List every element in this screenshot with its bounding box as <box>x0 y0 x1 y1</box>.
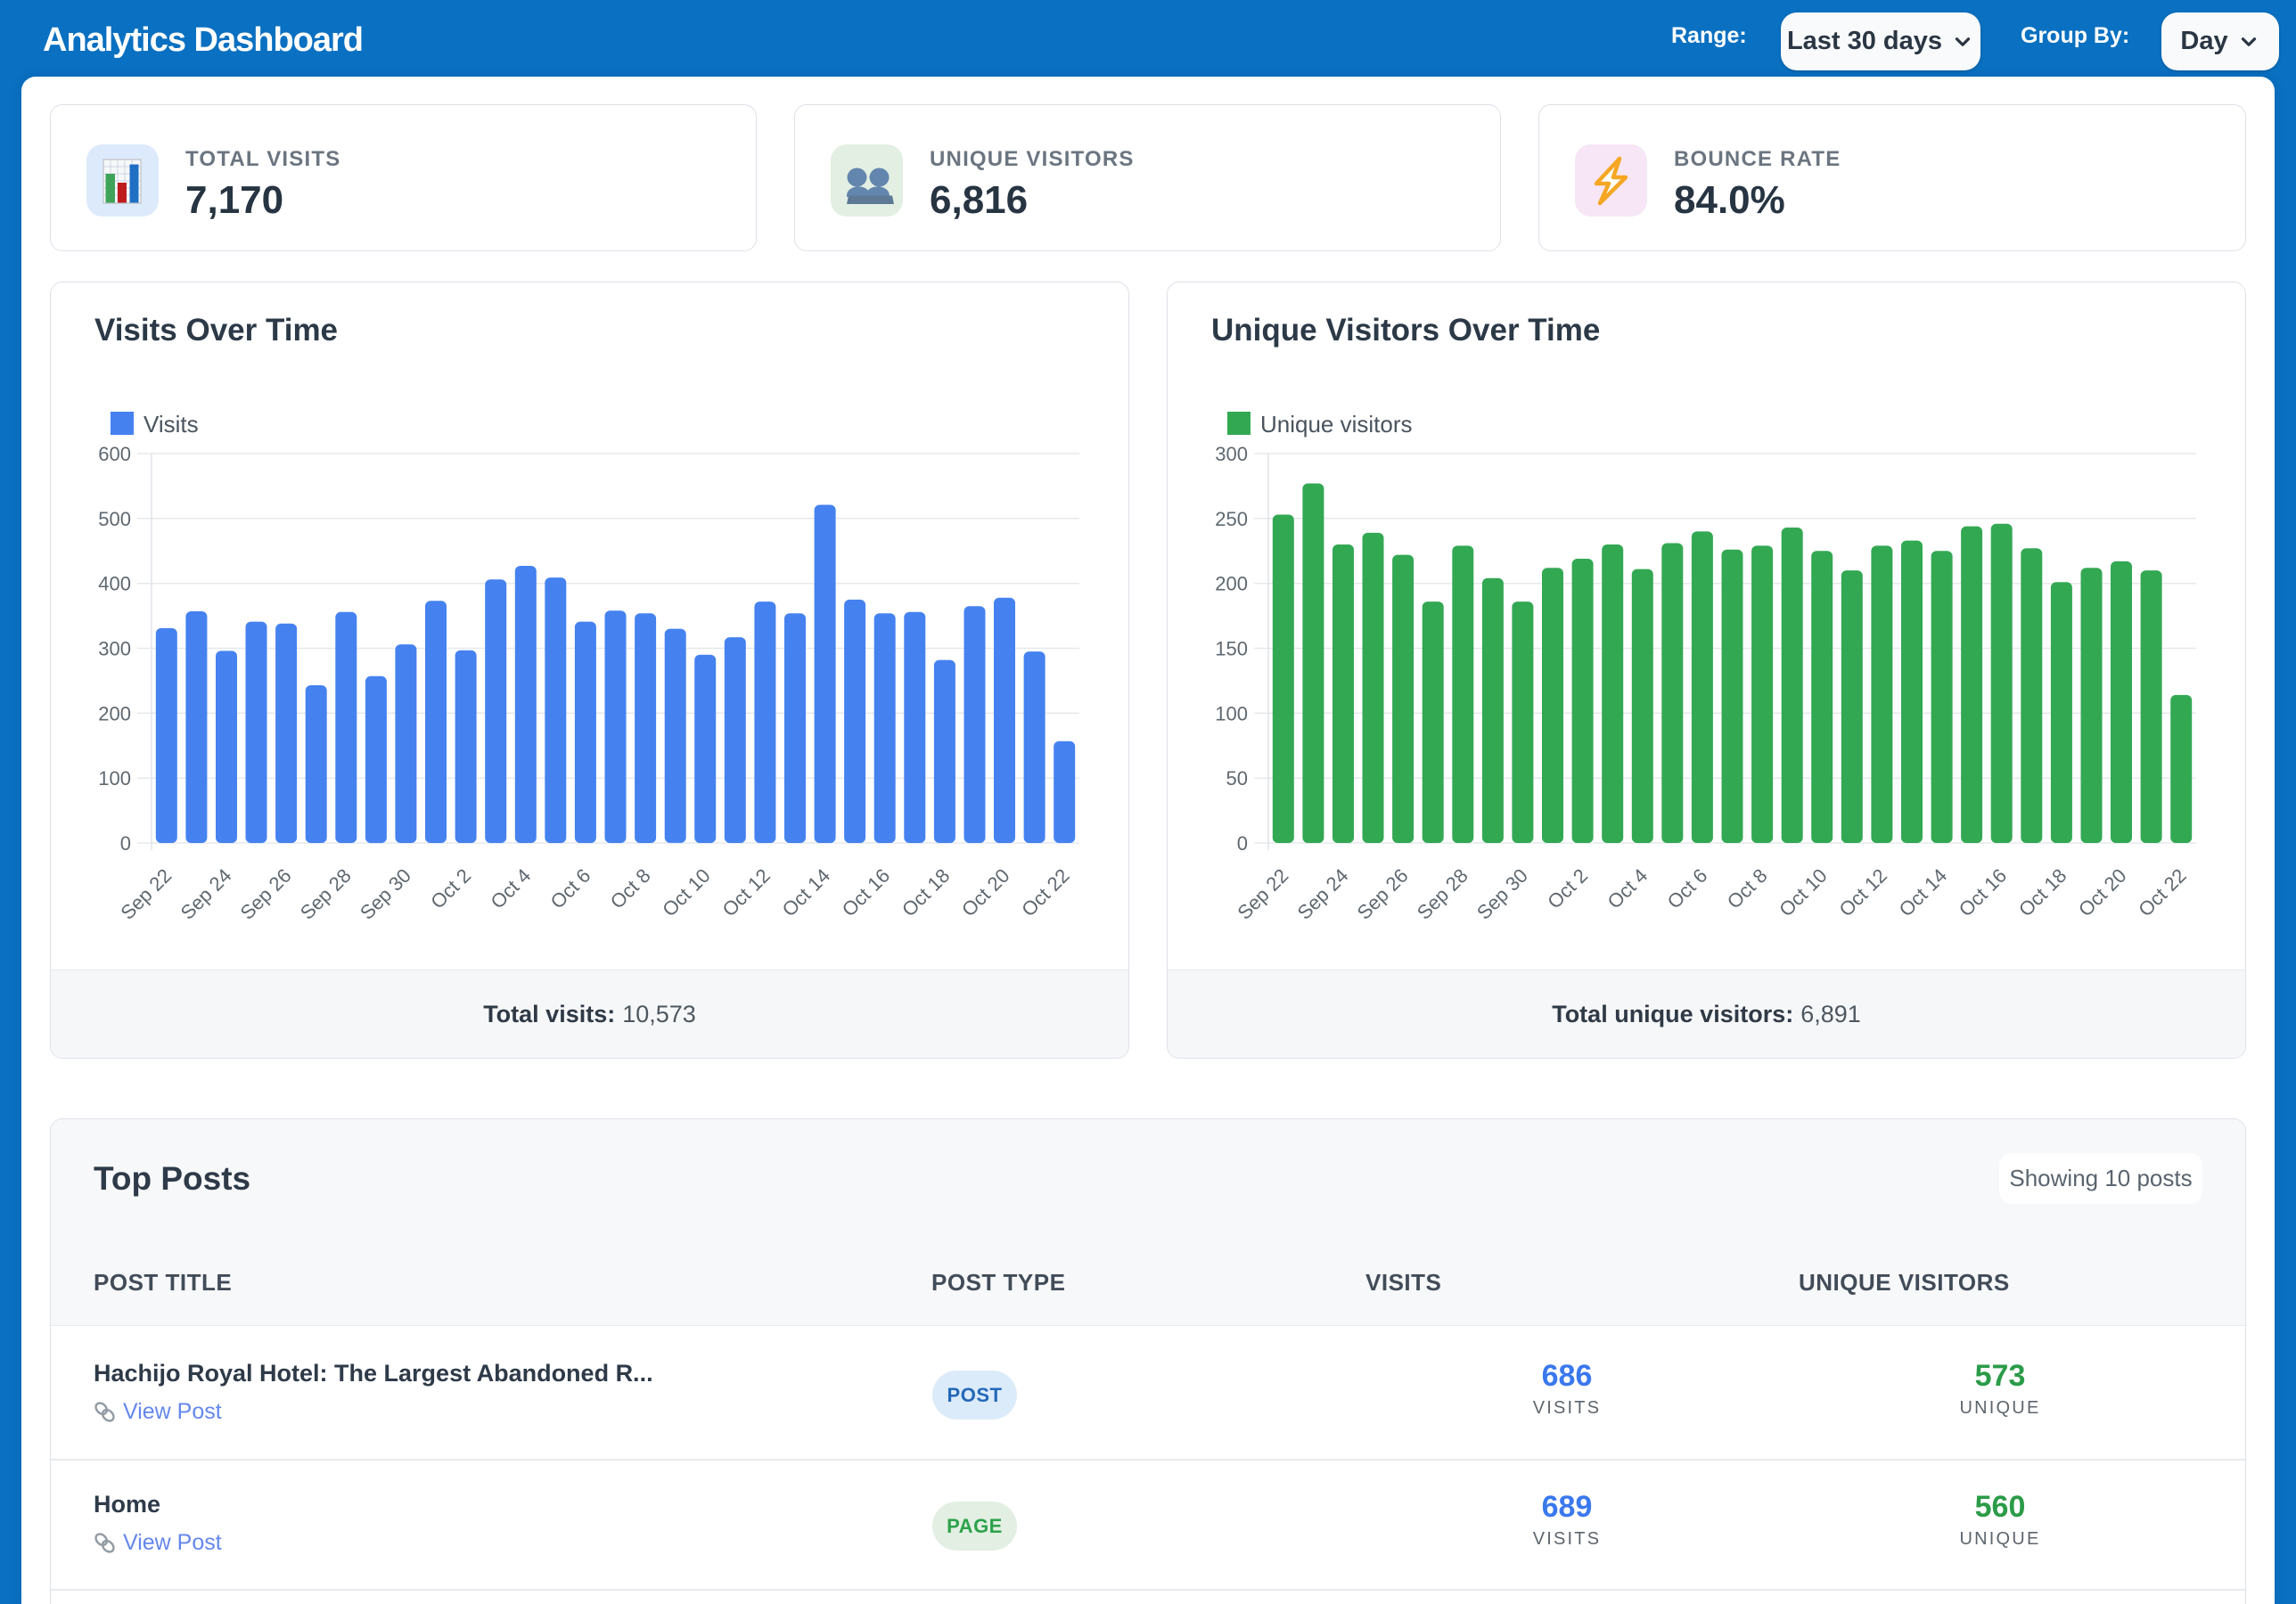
svg-text:300: 300 <box>1215 443 1248 465</box>
svg-text:Sep 24: Sep 24 <box>1293 864 1353 924</box>
svg-text:100: 100 <box>98 767 131 790</box>
svg-text:Visits: Visits <box>144 411 199 438</box>
svg-text:Oct 22: Oct 22 <box>2134 864 2191 921</box>
svg-text:Sep 28: Sep 28 <box>1413 864 1472 924</box>
svg-text:0: 0 <box>1237 832 1248 855</box>
svg-text:Oct 14: Oct 14 <box>1895 864 1952 921</box>
svg-text:Sep 22: Sep 22 <box>1233 864 1292 924</box>
svg-text:Oct 4: Oct 4 <box>1603 864 1652 913</box>
svg-text:200: 200 <box>98 702 131 724</box>
svg-text:Oct 20: Oct 20 <box>957 864 1014 921</box>
svg-text:Oct 6: Oct 6 <box>1663 864 1712 913</box>
svg-text:Oct 10: Oct 10 <box>658 864 715 921</box>
svg-text:Oct 2: Oct 2 <box>1543 864 1592 913</box>
svg-text:Oct 6: Oct 6 <box>546 864 595 913</box>
svg-text:Oct 10: Oct 10 <box>1775 864 1832 921</box>
svg-text:Oct 8: Oct 8 <box>1723 864 1772 913</box>
svg-text:600: 600 <box>98 443 131 465</box>
svg-text:500: 500 <box>98 508 131 530</box>
svg-text:Sep 24: Sep 24 <box>176 864 236 924</box>
svg-text:100: 100 <box>1215 702 1248 724</box>
svg-text:Sep 28: Sep 28 <box>296 864 356 924</box>
svg-text:400: 400 <box>98 573 131 595</box>
svg-text:Oct 16: Oct 16 <box>1955 864 2012 921</box>
svg-text:Oct 18: Oct 18 <box>898 864 955 921</box>
svg-text:Oct 16: Oct 16 <box>838 864 895 921</box>
svg-text:Sep 30: Sep 30 <box>1472 864 1532 924</box>
svg-text:50: 50 <box>1226 767 1248 790</box>
svg-text:300: 300 <box>98 638 131 660</box>
svg-text:Oct 12: Oct 12 <box>1834 864 1891 921</box>
svg-text:Oct 4: Oct 4 <box>486 864 535 913</box>
svg-text:Oct 8: Oct 8 <box>606 864 655 913</box>
svg-text:Sep 30: Sep 30 <box>356 864 415 924</box>
svg-text:200: 200 <box>1215 573 1248 595</box>
svg-text:Oct 2: Oct 2 <box>426 864 475 913</box>
svg-text:Oct 12: Oct 12 <box>718 864 775 921</box>
svg-text:Sep 26: Sep 26 <box>1353 864 1413 924</box>
svg-text:Sep 22: Sep 22 <box>116 864 176 924</box>
svg-text:Oct 22: Oct 22 <box>1017 864 1074 921</box>
svg-text:Oct 14: Oct 14 <box>778 864 835 921</box>
svg-text:Oct 18: Oct 18 <box>2014 864 2071 921</box>
svg-text:Unique visitors: Unique visitors <box>1260 411 1413 438</box>
svg-text:150: 150 <box>1215 638 1248 660</box>
svg-text:0: 0 <box>120 832 131 855</box>
svg-text:Sep 26: Sep 26 <box>236 864 296 924</box>
svg-text:250: 250 <box>1215 508 1248 530</box>
svg-text:Oct 20: Oct 20 <box>2074 864 2131 921</box>
